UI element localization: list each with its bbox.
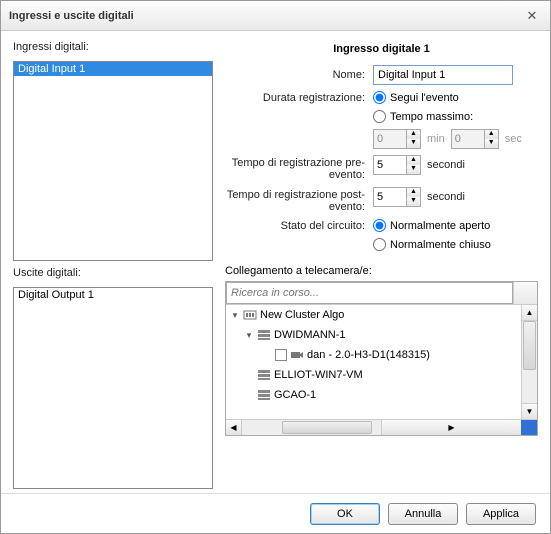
vertical-scrollbar[interactable]: ▲ ▼	[521, 305, 537, 419]
expand-toggle[interactable]: ▾	[244, 330, 254, 341]
spinner-down-icon[interactable]: ▼	[407, 197, 420, 206]
close-icon[interactable]: ✕	[522, 6, 542, 26]
scroll-up-icon[interactable]: ▲	[522, 305, 537, 321]
tree-node-label: DWIDMANN-1	[274, 329, 346, 341]
server-icon	[257, 368, 271, 382]
server-icon	[257, 388, 271, 402]
scroll-down-icon[interactable]: ▼	[522, 403, 537, 419]
window-title: Ingressi e uscite digitali	[9, 10, 522, 22]
scroll-left-icon[interactable]: ◀	[226, 420, 242, 435]
tree-node-label: ELLIOT-WIN7-VM	[274, 369, 363, 381]
list-item[interactable]: Digital Output 1	[14, 288, 212, 302]
name-label: Nome:	[225, 69, 373, 81]
camera-icon	[290, 348, 304, 362]
camera-search-input[interactable]	[226, 282, 513, 304]
follow-event-radio-input[interactable]	[373, 91, 386, 104]
inputs-label: Ingressi digitali:	[13, 41, 213, 53]
seconds-unit: secondi	[427, 159, 465, 171]
cancel-button[interactable]: Annulla	[388, 503, 458, 525]
circuit-label: Stato del circuito:	[225, 220, 373, 232]
search-button[interactable]	[513, 282, 537, 304]
titlebar: Ingressi e uscite digitali ✕	[1, 1, 550, 31]
tree-node-label: New Cluster Algo	[260, 309, 344, 321]
camera-link-box: ▾ New Cluster Algo ▾ DWIDMANN-1 ▸	[225, 281, 538, 436]
post-event-label: Tempo di registrazione post-evento:	[225, 187, 373, 213]
max-sec-spinner: ▲▼	[451, 129, 499, 149]
outputs-label: Uscite digitali:	[13, 267, 213, 279]
max-time-radio-label: Tempo massimo:	[390, 111, 473, 123]
name-input[interactable]	[373, 65, 513, 85]
scroll-thumb[interactable]	[523, 321, 536, 370]
max-min-spinner: ▲▼	[373, 129, 421, 149]
scroll-right-icon[interactable]: ▶	[381, 420, 521, 435]
scroll-corner	[521, 420, 537, 435]
inputs-listbox[interactable]: Digital Input 1	[13, 61, 213, 261]
spinner-up-icon[interactable]: ▲	[407, 188, 420, 197]
right-panel: Ingresso digitale 1 Nome: Durata registr…	[225, 41, 538, 489]
list-item[interactable]: Digital Input 1	[14, 62, 212, 76]
post-event-input[interactable]	[373, 187, 407, 207]
pre-event-spinner[interactable]: ▲▼	[373, 155, 421, 175]
left-panel: Ingressi digitali: Digital Input 1 Uscit…	[13, 41, 213, 489]
panel-heading: Ingresso digitale 1	[225, 43, 538, 55]
camera-link-label: Collegamento a telecamera/e:	[225, 265, 538, 277]
norm-closed-radio-input[interactable]	[373, 238, 386, 251]
seconds-unit: secondi	[427, 191, 465, 203]
spinner-up-icon: ▲	[407, 130, 420, 139]
spinner-down-icon: ▼	[485, 139, 498, 148]
camera-tree[interactable]: ▾ New Cluster Algo ▾ DWIDMANN-1 ▸	[226, 305, 537, 419]
spinner-up-icon: ▲	[485, 130, 498, 139]
spinner-down-icon[interactable]: ▼	[407, 165, 420, 174]
post-event-spinner[interactable]: ▲▼	[373, 187, 421, 207]
spinner-down-icon: ▼	[407, 139, 420, 148]
tree-node-label: dan - 2.0-H3-D1(148315)	[307, 349, 430, 361]
camera-checkbox[interactable]	[275, 349, 287, 361]
scroll-thumb[interactable]	[282, 421, 372, 434]
horizontal-scrollbar[interactable]: ◀ ▶	[226, 419, 537, 435]
max-time-radio-input[interactable]	[373, 110, 386, 123]
ok-button[interactable]: OK	[310, 503, 380, 525]
max-time-radio[interactable]: Tempo massimo:	[373, 110, 473, 123]
max-min-input	[373, 129, 407, 149]
sec-unit: sec	[505, 133, 522, 145]
cluster-icon	[243, 308, 257, 322]
spinner-up-icon[interactable]: ▲	[407, 156, 420, 165]
dialog-footer: OK Annulla Applica	[1, 493, 550, 533]
norm-closed-radio[interactable]: Normalmente chiuso	[373, 238, 491, 251]
norm-open-radio[interactable]: Normalmente aperto	[373, 219, 490, 232]
norm-open-radio-label: Normalmente aperto	[390, 220, 490, 232]
apply-button[interactable]: Applica	[466, 503, 536, 525]
expand-toggle[interactable]: ▾	[230, 310, 240, 321]
norm-closed-radio-label: Normalmente chiuso	[390, 239, 491, 251]
norm-open-radio-input[interactable]	[373, 219, 386, 232]
content-area: Ingressi digitali: Digital Input 1 Uscit…	[1, 31, 550, 493]
max-sec-input	[451, 129, 485, 149]
follow-event-radio[interactable]: Segui l'evento	[373, 91, 459, 104]
dialog-window: Ingressi e uscite digitali ✕ Ingressi di…	[0, 0, 551, 534]
tree-node-label: GCAO-1	[274, 389, 316, 401]
rec-duration-label: Durata registrazione:	[225, 92, 373, 104]
pre-event-label: Tempo di registrazione pre-evento:	[225, 155, 373, 181]
pre-event-input[interactable]	[373, 155, 407, 175]
outputs-listbox[interactable]: Digital Output 1	[13, 287, 213, 489]
follow-event-radio-label: Segui l'evento	[390, 92, 459, 104]
server-icon	[257, 328, 271, 342]
min-unit: min	[427, 133, 445, 145]
